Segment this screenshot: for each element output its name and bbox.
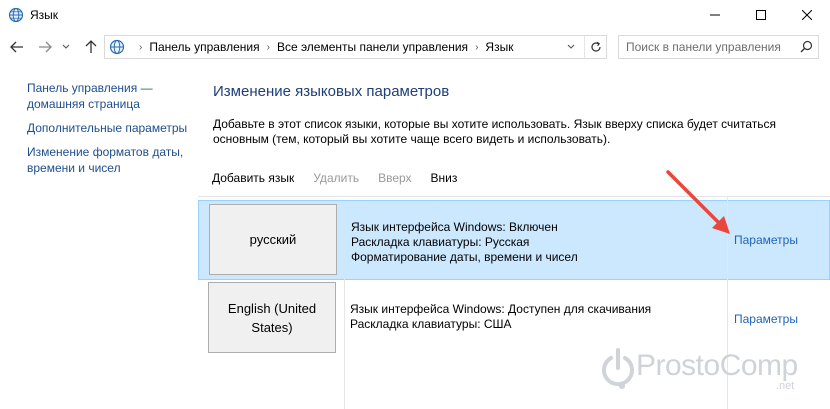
search-box	[618, 35, 819, 59]
arrow-right-icon	[39, 41, 52, 53]
minimize-button[interactable]	[692, 0, 738, 30]
search-input[interactable]	[619, 36, 795, 58]
search-icon[interactable]	[800, 40, 813, 53]
forward-button[interactable]	[36, 38, 54, 56]
globe-icon	[8, 7, 24, 23]
close-icon	[802, 10, 812, 20]
back-button[interactable]	[8, 38, 26, 56]
close-button[interactable]	[784, 0, 830, 30]
breadcrumb-language[interactable]: Язык	[485, 40, 513, 54]
remove-language-button[interactable]: Удалить	[313, 171, 359, 185]
chevron-down-icon	[62, 44, 70, 49]
breadcrumb: › Панель управления › Все элементы панел…	[132, 40, 513, 54]
breadcrumb-separator-icon: ›	[139, 41, 143, 53]
recent-locations-button[interactable]	[60, 38, 72, 56]
language-toolbar: Добавить язык Удалить Вверх Вниз	[198, 160, 830, 195]
language-info: Язык интерфейса Windows: Доступен для ск…	[350, 302, 651, 332]
sidebar-item-control-panel-home[interactable]: Панель управления — домашняя страница	[27, 80, 197, 112]
globe-icon	[109, 39, 125, 55]
sidebar-item-date-time-formats[interactable]: Изменение форматов даты, времени и чисел	[27, 144, 197, 176]
page-title: Изменение языковых параметров	[213, 83, 450, 100]
ui-language-status: Язык интерфейса Windows: Доступен для ск…	[350, 302, 652, 316]
annotation-arrow-icon	[666, 170, 730, 234]
power-icon	[602, 348, 634, 389]
date-format-status: Форматирование даты, времени и чисел	[351, 250, 578, 264]
up-button[interactable]	[82, 38, 100, 56]
window-title: Язык	[30, 8, 59, 22]
sidebar: Панель управления — домашняя страница До…	[27, 80, 197, 176]
watermark-logo: ProstoComp .net	[600, 340, 820, 400]
language-tile-russian[interactable]: русский	[209, 204, 337, 275]
refresh-button[interactable]	[584, 36, 606, 58]
keyboard-layout: Раскладка клавиатуры: Русская	[351, 235, 530, 249]
column-divider	[344, 278, 345, 409]
move-up-button[interactable]: Вверх	[378, 171, 411, 185]
watermark-brand: ProstoComp	[636, 349, 798, 382]
maximize-button[interactable]	[738, 0, 784, 30]
address-bar[interactable]: › Панель управления › Все элементы панел…	[104, 35, 607, 59]
language-info: Язык интерфейса Windows: Включен Расклад…	[351, 220, 578, 265]
arrow-up-icon	[85, 40, 97, 53]
add-language-button[interactable]: Добавить язык	[212, 171, 294, 185]
breadcrumb-control-panel[interactable]: Панель управления	[149, 40, 259, 54]
page-description: Добавьте в этот список языки, которые вы…	[213, 117, 776, 146]
chevron-down-icon	[567, 44, 575, 49]
address-history-button[interactable]	[562, 36, 580, 58]
breadcrumb-separator-icon: ›	[266, 41, 270, 53]
breadcrumb-all-items[interactable]: Все элементы панели управления	[277, 40, 468, 54]
maximize-icon	[756, 10, 766, 20]
keyboard-layout: Раскладка клавиатуры: США	[350, 317, 512, 331]
move-down-button[interactable]: Вниз	[431, 171, 458, 185]
minimize-icon	[710, 14, 720, 16]
english-options-link[interactable]: Параметры	[734, 312, 798, 326]
ui-language-status: Язык интерфейса Windows: Включен	[351, 220, 558, 234]
arrow-left-icon	[10, 41, 23, 53]
watermark-suffix: .net	[776, 380, 795, 392]
language-tile-english[interactable]: English (United States)	[208, 282, 336, 353]
refresh-icon	[590, 41, 601, 52]
sidebar-item-advanced-settings[interactable]: Дополнительные параметры	[27, 120, 197, 136]
breadcrumb-separator-icon: ›	[475, 41, 479, 53]
russian-options-link[interactable]: Параметры	[734, 233, 798, 247]
title-bar: Язык	[0, 0, 830, 30]
navigation-bar: › Панель управления › Все элементы панел…	[0, 30, 830, 64]
